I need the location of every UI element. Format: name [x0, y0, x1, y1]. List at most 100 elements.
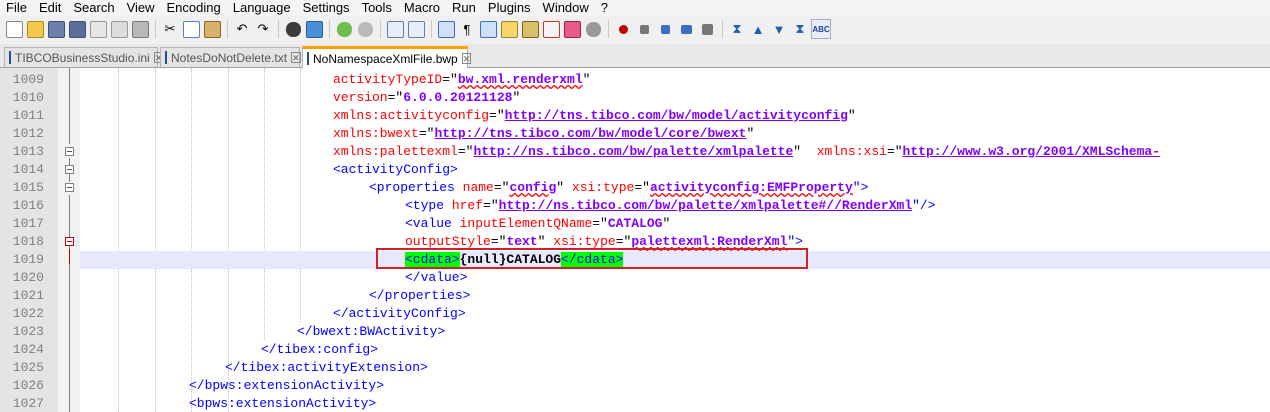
url-link[interactable]: http://ns.tibco.com/bw/palette/xmlpalett…	[499, 198, 912, 213]
attribute-name: xmlns:xsi	[816, 144, 887, 159]
undo-icon[interactable]: ↶	[232, 19, 252, 39]
tab-tibco-business-studio-ini[interactable]: TIBCOBusinessStudio.ini ✕	[4, 47, 164, 67]
menu-file[interactable]: File	[0, 0, 33, 16]
word-wrap-icon[interactable]	[436, 19, 456, 39]
equals: ="	[490, 234, 507, 249]
tab-no-namespace-xml-file-bwp[interactable]: NoNamespaceXmlFile.bwp ✕	[302, 46, 472, 68]
menu-view[interactable]: View	[121, 0, 161, 16]
url-link[interactable]: http://tns.tibco.com/bw/model/activityco…	[505, 108, 848, 123]
line-number: 1010	[12, 90, 44, 105]
zoom-out-icon[interactable]	[355, 19, 375, 39]
attribute-value: palettexml:RenderXml	[631, 234, 788, 249]
attribute-name: version	[333, 90, 388, 105]
menu-search[interactable]: Search	[67, 0, 120, 16]
toolbar-separator	[722, 20, 723, 38]
save-all-icon[interactable]	[67, 19, 87, 39]
code-line: 1011 xmlns:activityconfig="http://tns.ti…	[0, 107, 1270, 125]
spell-check-icon[interactable]: ABC	[811, 19, 831, 39]
menu-macro[interactable]: Macro	[398, 0, 446, 16]
new-file-icon[interactable]	[4, 19, 24, 39]
menu-run[interactable]: Run	[446, 0, 482, 16]
record-macro-icon[interactable]	[613, 19, 633, 39]
print-icon[interactable]	[130, 19, 150, 39]
fold-toggle[interactable]	[65, 147, 74, 156]
save-icon[interactable]	[46, 19, 66, 39]
xml-tag: </tibex:config>	[261, 342, 379, 357]
menu-plugins[interactable]: Plugins	[482, 0, 537, 16]
url-link[interactable]: http://ns.tibco.com/bw/palette/xmlpalett…	[473, 144, 793, 159]
menu-encoding[interactable]: Encoding	[161, 0, 227, 16]
xml-tag: </tibex:activityExtension>	[225, 360, 428, 375]
indent-guide-icon[interactable]	[478, 19, 498, 39]
replace-icon[interactable]	[304, 19, 324, 39]
quote: "	[847, 108, 856, 123]
function-list-icon[interactable]	[541, 19, 561, 39]
attribute-name: href	[451, 198, 484, 213]
quote: "	[512, 90, 521, 105]
close-tab-icon[interactable]: ✕	[461, 53, 472, 64]
code-editor[interactable]: 1009 activityTypeID="bw.xml.renderxml" 1…	[0, 68, 1270, 412]
unfold-all-icon[interactable]: ⧗	[790, 19, 810, 39]
file-icon	[165, 51, 167, 64]
move-down-icon[interactable]: ▼	[769, 19, 789, 39]
close-tab-icon[interactable]: ✕	[291, 52, 301, 63]
code-line: 1017 <value inputElementQName="CATALOG"	[0, 215, 1270, 233]
playback-macro-icon[interactable]	[655, 19, 675, 39]
fold-toggle[interactable]	[65, 183, 74, 192]
fold-toggle[interactable]	[65, 237, 74, 246]
attribute-value: bw.xml.renderxml	[457, 72, 583, 87]
define-language-icon[interactable]	[499, 19, 519, 39]
run-macro-multiple-icon[interactable]	[676, 19, 696, 39]
attribute-name: inputElementQName	[459, 216, 593, 231]
sync-horizontal-icon[interactable]	[406, 19, 426, 39]
xml-tag: </bpws:extensionActivity>	[189, 378, 385, 393]
menu-tools[interactable]: Tools	[356, 0, 398, 16]
equals: ="	[615, 234, 632, 249]
menu-help[interactable]: ?	[595, 0, 614, 16]
stop-recording-icon[interactable]	[634, 19, 654, 39]
equals: ="	[493, 180, 510, 195]
show-all-characters-icon[interactable]: ¶	[457, 19, 477, 39]
copy-icon[interactable]	[181, 19, 201, 39]
xml-tag: <bpws:extensionActivity>	[189, 396, 377, 411]
line-number: 1018	[12, 234, 44, 249]
highlight-annotation-box	[376, 248, 808, 269]
menu-language[interactable]: Language	[227, 0, 297, 16]
folder-as-workspace-icon[interactable]	[562, 19, 582, 39]
equals: ="	[592, 216, 608, 231]
zoom-in-icon[interactable]	[334, 19, 354, 39]
monitoring-icon[interactable]	[583, 19, 603, 39]
open-file-icon[interactable]	[25, 19, 45, 39]
menu-settings[interactable]: Settings	[297, 0, 356, 16]
attribute-name: activityTypeID	[333, 72, 443, 87]
line-number: 1019	[12, 252, 44, 267]
redo-icon[interactable]: ↷	[253, 19, 273, 39]
cut-icon[interactable]: ✂	[160, 19, 180, 39]
save-macro-icon[interactable]	[697, 19, 717, 39]
line-number: 1013	[12, 144, 44, 159]
move-up-icon[interactable]: ▲	[748, 19, 768, 39]
code-line: 1020 </value>	[0, 269, 1270, 287]
code-line: 1012 xmlns:bwext="http://tns.tibco.com/b…	[0, 125, 1270, 143]
find-icon[interactable]	[283, 19, 303, 39]
xml-tag: <value	[405, 216, 452, 231]
close-all-icon[interactable]	[109, 19, 129, 39]
document-map-icon[interactable]	[520, 19, 540, 39]
fold-toggle[interactable]	[65, 165, 74, 174]
line-number: 1027	[12, 396, 44, 411]
sync-vertical-icon[interactable]	[385, 19, 405, 39]
attribute-name: xsi:type	[553, 234, 616, 249]
line-number: 1022	[12, 306, 44, 321]
menu-edit[interactable]: Edit	[33, 0, 67, 16]
code-line: 1015 <properties name="config" xsi:type=…	[0, 179, 1270, 197]
paste-icon[interactable]	[202, 19, 222, 39]
toolbar-separator	[227, 20, 228, 38]
url-link[interactable]: http://tns.tibco.com/bw/model/core/bwext	[434, 126, 746, 141]
url-link[interactable]: http://www.w3.org/2001/XMLSchema-	[903, 144, 1160, 159]
code-line: 1013 xmlns:palettexml="http://ns.tibco.c…	[0, 143, 1270, 161]
toolbar: ✂ ↶ ↷ ¶ ⧗ ▲ ▼ ⧗ ABC	[0, 16, 1270, 42]
close-icon[interactable]	[88, 19, 108, 39]
fold-all-icon[interactable]: ⧗	[727, 19, 747, 39]
menu-window[interactable]: Window	[537, 0, 595, 16]
tab-notes-do-not-delete-txt[interactable]: NotesDoNotDelete.txt ✕	[160, 47, 301, 67]
